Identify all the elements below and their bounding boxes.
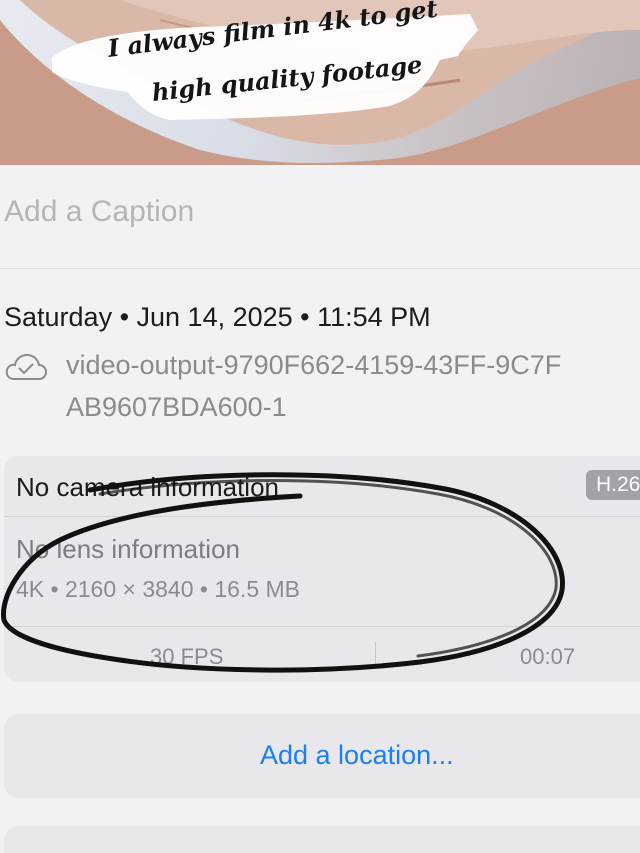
codec-badge: H.26: [586, 470, 640, 500]
video-specs: 4K • 2160 × 3840 • 16.5 MB: [16, 576, 300, 602]
photo-info-screen: I always film in 4k to get high quality …: [0, 0, 640, 853]
file-name-line2: AB9607BDA600-1: [66, 392, 287, 422]
location-card[interactable]: Add a location...: [4, 714, 640, 798]
divider: [4, 516, 640, 517]
file-name-line1: video-output-9790F662-4159-43FF-9C7F: [66, 350, 562, 380]
capture-date: Saturday • Jun 14, 2025 • 11:54 PM: [4, 302, 431, 332]
metadata-card: No camera information H.26 No lens infor…: [4, 456, 640, 682]
caption-input[interactable]: [4, 195, 604, 229]
bottom-card: [4, 826, 640, 853]
lens-info: No lens information: [16, 534, 240, 564]
cloud-check-icon: [5, 353, 48, 380]
video-duration: 00:07: [520, 644, 576, 669]
divider: [4, 626, 640, 627]
column-separator: [375, 642, 376, 664]
frame-rate: 30 FPS: [150, 644, 224, 669]
add-location-button[interactable]: Add a location...: [260, 740, 454, 771]
video-thumbnail[interactable]: I always film in 4k to get high quality …: [0, 0, 640, 165]
camera-info: No camera information: [16, 472, 279, 502]
caption-row: [0, 165, 640, 269]
